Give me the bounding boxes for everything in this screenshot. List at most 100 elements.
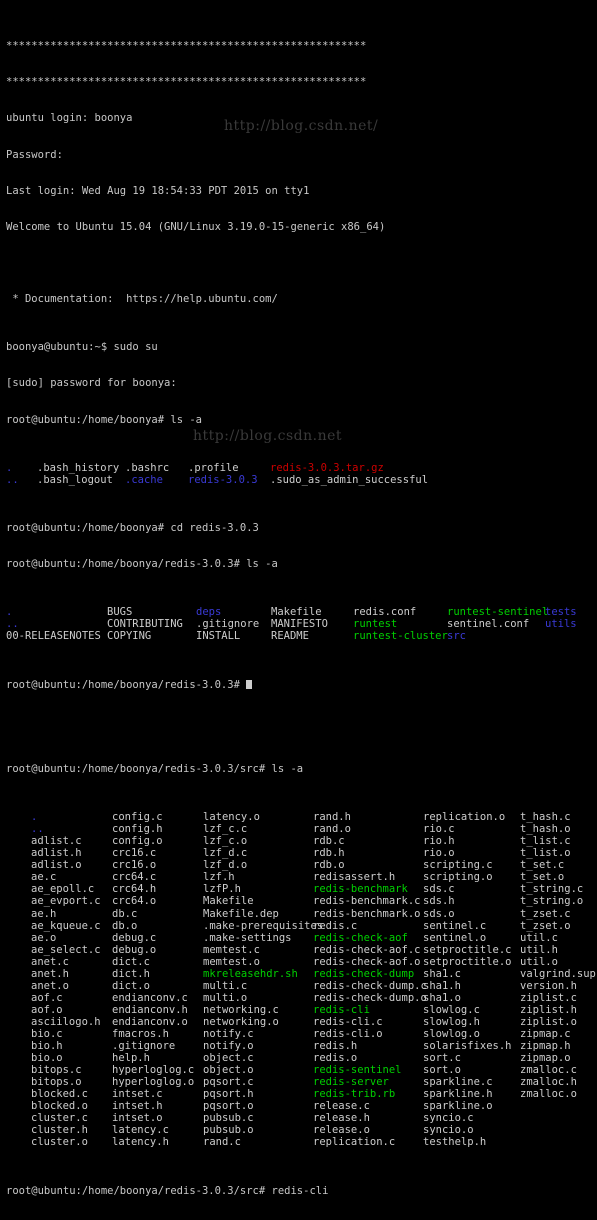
listing-entry[interactable]: sort.o bbox=[423, 1064, 520, 1076]
listing-entry[interactable]: redis-sentinel bbox=[313, 1064, 423, 1076]
listing-entry[interactable]: .. bbox=[31, 823, 112, 835]
listing-entry[interactable]: db.o bbox=[112, 920, 203, 932]
listing-entry[interactable]: release.c bbox=[313, 1100, 423, 1112]
listing-entry[interactable]: ziplist.h bbox=[520, 1004, 580, 1016]
listing-entry[interactable]: solarisfixes.h bbox=[423, 1040, 520, 1052]
listing-entry[interactable]: release.h bbox=[313, 1112, 423, 1124]
listing-entry[interactable]: .gitignore bbox=[112, 1040, 203, 1052]
listing-entry[interactable]: endianconv.h bbox=[112, 1004, 203, 1016]
listing-entry[interactable]: .bashrc bbox=[125, 462, 188, 474]
listing-entry[interactable]: redis-check-aof bbox=[313, 932, 423, 944]
listing-entry[interactable]: redis-cli bbox=[313, 1004, 423, 1016]
listing-entry[interactable]: redis-server bbox=[313, 1076, 423, 1088]
listing-entry[interactable]: rand.o bbox=[313, 823, 423, 835]
listing-entry[interactable]: bio.o bbox=[31, 1052, 112, 1064]
listing-entry[interactable]: sha1.h bbox=[423, 980, 520, 992]
listing-entry[interactable]: ziplist.c bbox=[520, 992, 580, 1004]
listing-entry[interactable]: blocked.o bbox=[31, 1100, 112, 1112]
listing-entry[interactable]: MANIFESTO bbox=[271, 618, 353, 630]
listing-entry[interactable]: utils bbox=[545, 618, 585, 630]
listing-entry[interactable]: version.h bbox=[520, 980, 580, 992]
listing-entry[interactable]: testhelp.h bbox=[423, 1136, 520, 1148]
listing-entry[interactable]: ae_evport.c bbox=[31, 895, 112, 907]
listing-entry[interactable]: t_set.o bbox=[520, 871, 580, 883]
listing-entry[interactable]: latency.c bbox=[112, 1124, 203, 1136]
listing-entry[interactable]: .sudo_as_admin_successful bbox=[270, 474, 430, 486]
listing-entry[interactable]: setproctitle.o bbox=[423, 956, 520, 968]
listing-entry[interactable]: redisassert.h bbox=[313, 871, 423, 883]
listing-entry[interactable]: syncio.o bbox=[423, 1124, 520, 1136]
listing-entry[interactable]: sort.c bbox=[423, 1052, 520, 1064]
listing-entry[interactable]: redis.o bbox=[313, 1052, 423, 1064]
listing-entry[interactable]: Makefile bbox=[203, 895, 313, 907]
listing-entry[interactable]: debug.c bbox=[112, 932, 203, 944]
listing-entry[interactable]: endianconv.o bbox=[112, 1016, 203, 1028]
listing-entry[interactable]: pubsub.o bbox=[203, 1124, 313, 1136]
listing-entry[interactable]: .make-prerequisites bbox=[203, 920, 323, 932]
listing-entry[interactable]: pubsub.c bbox=[203, 1112, 313, 1124]
listing-entry[interactable]: ae.c bbox=[31, 871, 112, 883]
listing-entry[interactable]: cluster.o bbox=[31, 1136, 112, 1148]
listing-entry[interactable]: sha1.o bbox=[423, 992, 520, 1004]
listing-entry[interactable]: t_hash.o bbox=[520, 823, 580, 835]
listing-entry[interactable]: help.h bbox=[112, 1052, 203, 1064]
listing-entry[interactable]: 00-RELEASENOTES bbox=[6, 630, 107, 642]
listing-entry[interactable]: zipmap.o bbox=[520, 1052, 580, 1064]
listing-entry[interactable]: config.c bbox=[112, 811, 203, 823]
listing-entry[interactable]: valgrind.sup bbox=[520, 968, 596, 980]
listing-entry[interactable]: bitops.c bbox=[31, 1064, 112, 1076]
listing-entry[interactable]: crc64.c bbox=[112, 871, 203, 883]
listing-entry[interactable]: slowlog.o bbox=[423, 1028, 520, 1040]
listing-entry[interactable]: redis-check-aof.o bbox=[313, 956, 423, 968]
listing-entry[interactable]: bitops.o bbox=[31, 1076, 112, 1088]
listing-entry[interactable]: memtest.c bbox=[203, 944, 313, 956]
listing-entry[interactable]: rio.c bbox=[423, 823, 520, 835]
listing-entry[interactable]: networking.c bbox=[203, 1004, 313, 1016]
listing-entry[interactable]: rdb.h bbox=[313, 847, 423, 859]
listing-entry[interactable]: redis-3.0.3.tar.gz bbox=[270, 462, 430, 474]
listing-entry[interactable]: dict.h bbox=[112, 968, 203, 980]
listing-entry[interactable]: util.h bbox=[520, 944, 580, 956]
listing-entry[interactable]: release.o bbox=[313, 1124, 423, 1136]
listing-entry[interactable]: lzf_d.c bbox=[203, 847, 313, 859]
listing-entry[interactable]: .. bbox=[6, 618, 107, 630]
listing-entry[interactable]: networking.o bbox=[203, 1016, 313, 1028]
listing-entry[interactable]: tests bbox=[545, 606, 585, 618]
listing-entry[interactable]: src bbox=[447, 630, 545, 642]
listing-entry[interactable]: redis-check-dump.o bbox=[313, 992, 427, 1004]
listing-entry[interactable]: dict.c bbox=[112, 956, 203, 968]
listing-entry[interactable]: redis-check-dump.c bbox=[313, 980, 427, 992]
listing-entry[interactable]: lzf.h bbox=[203, 871, 313, 883]
listing-entry[interactable]: .gitignore bbox=[196, 618, 271, 630]
listing-entry[interactable]: anet.o bbox=[31, 980, 112, 992]
listing-entry[interactable]: sparkline.c bbox=[423, 1076, 520, 1088]
listing-entry[interactable]: .make-settings bbox=[203, 932, 313, 944]
listing-entry[interactable]: bio.c bbox=[31, 1028, 112, 1040]
listing-entry[interactable]: deps bbox=[196, 606, 271, 618]
listing-entry[interactable]: crc64.o bbox=[112, 895, 203, 907]
listing-entry[interactable]: adlist.o bbox=[31, 859, 112, 871]
listing-entry[interactable]: slowlog.h bbox=[423, 1016, 520, 1028]
listing-entry[interactable]: .bash_logout bbox=[37, 474, 125, 486]
listing-entry[interactable]: replication.c bbox=[313, 1136, 423, 1148]
listing-entry[interactable]: slowlog.c bbox=[423, 1004, 520, 1016]
listing-entry[interactable]: endianconv.c bbox=[112, 992, 203, 1004]
listing-entry[interactable]: latency.h bbox=[112, 1136, 203, 1148]
listing-entry[interactable]: cluster.h bbox=[31, 1124, 112, 1136]
listing-entry[interactable]: ae_kqueue.c bbox=[31, 920, 112, 932]
listing-entry[interactable]: fmacros.h bbox=[112, 1028, 203, 1040]
listing-entry[interactable]: blocked.c bbox=[31, 1088, 112, 1100]
listing-entry[interactable]: redis-check-dump bbox=[313, 968, 423, 980]
listing-entry[interactable]: aof.o bbox=[31, 1004, 112, 1016]
listing-entry[interactable]: crc16.o bbox=[112, 859, 203, 871]
listing-entry[interactable]: config.h bbox=[112, 823, 203, 835]
listing-entry[interactable]: multi.c bbox=[203, 980, 313, 992]
listing-entry[interactable]: redis-3.0.3 bbox=[188, 474, 270, 486]
listing-entry[interactable]: rdb.o bbox=[313, 859, 423, 871]
listing-entry[interactable]: redis-benchmark bbox=[313, 883, 423, 895]
terminal-screen[interactable]: ****************************************… bbox=[0, 0, 597, 1197]
listing-entry[interactable]: rand.c bbox=[203, 1136, 313, 1148]
listing-entry[interactable]: t_zset.o bbox=[520, 920, 580, 932]
listing-entry[interactable]: . bbox=[6, 606, 107, 618]
listing-entry[interactable]: intset.o bbox=[112, 1112, 203, 1124]
